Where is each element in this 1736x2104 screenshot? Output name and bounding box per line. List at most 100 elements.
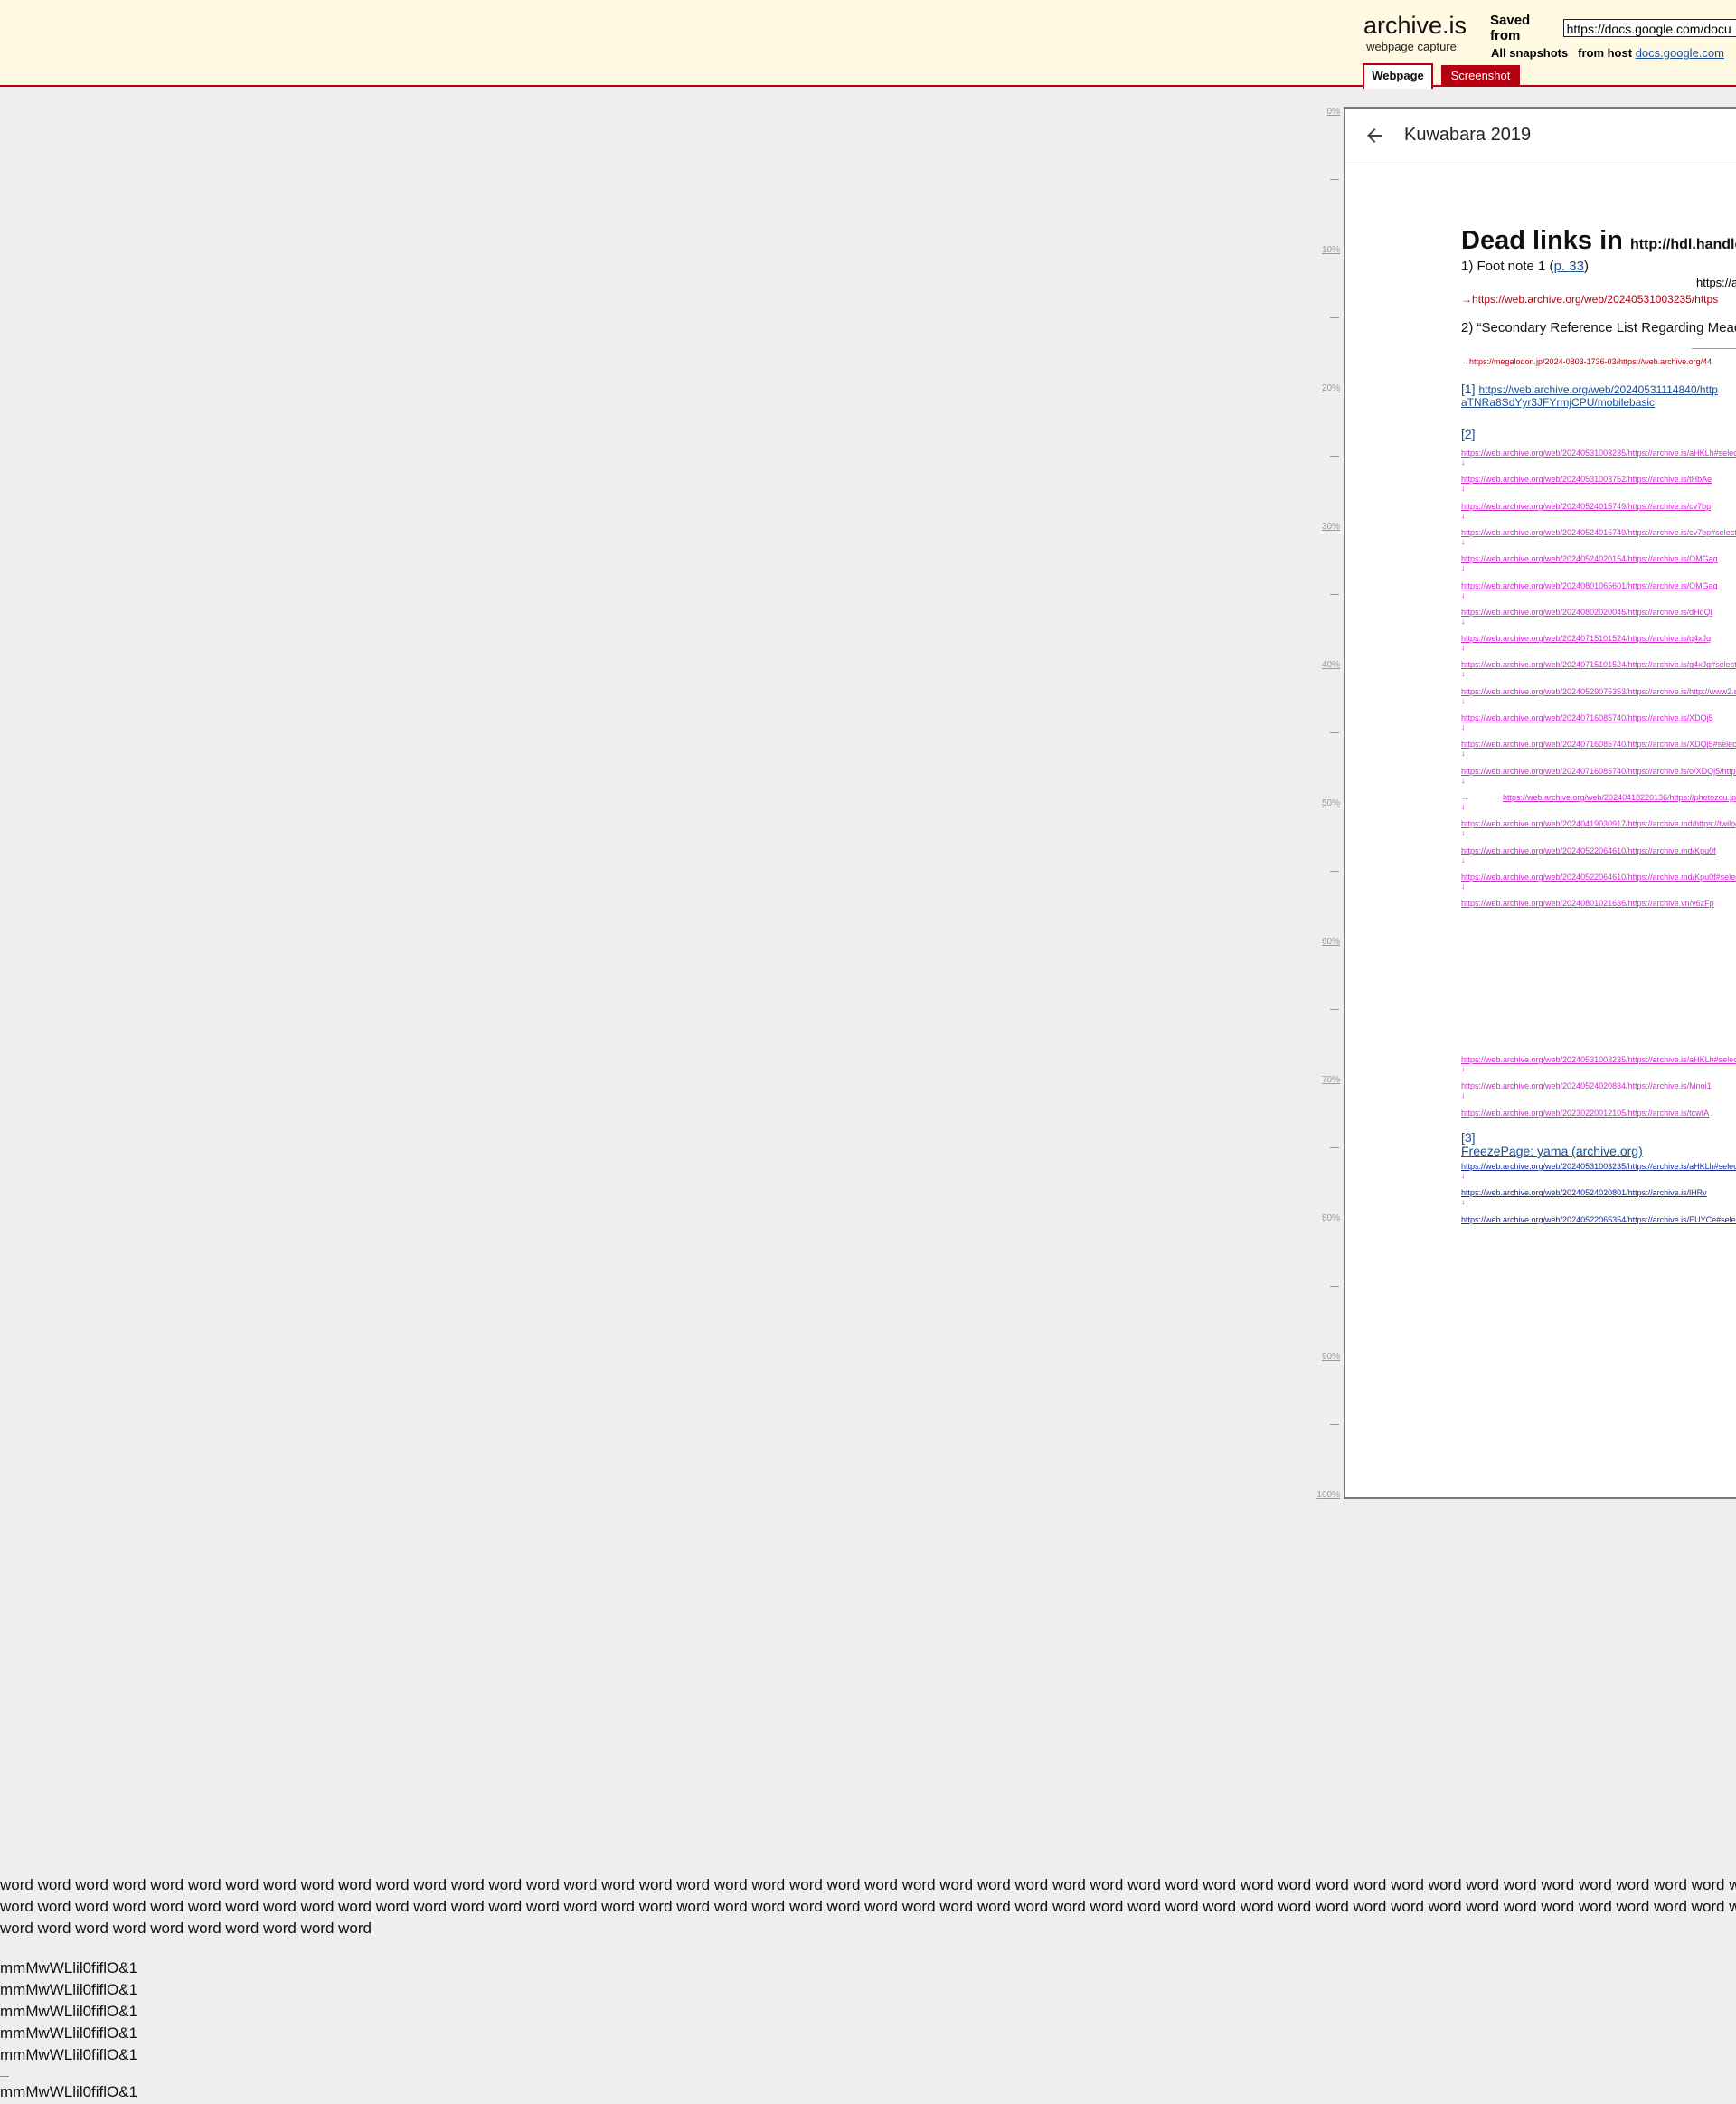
divider bbox=[0, 2076, 9, 2077]
tab-webpage[interactable]: Webpage bbox=[1363, 63, 1433, 89]
back-arrow-icon[interactable] bbox=[1363, 125, 1385, 146]
host-link[interactable]: docs.google.com bbox=[1636, 46, 1724, 60]
down-arrow-icon: ↓ bbox=[1461, 484, 1466, 494]
archive-link[interactable]: https://web.archive.org/web/202405240208… bbox=[1461, 1081, 1712, 1090]
archive-brand[interactable]: archive.is webpage capture bbox=[1363, 11, 1467, 54]
brand-name[interactable]: archive.is bbox=[1363, 11, 1467, 40]
down-arrow-icon: ↓ bbox=[1461, 458, 1466, 467]
archive-link[interactable]: https://web.archive.org/web/202405240201… bbox=[1461, 554, 1718, 563]
footnote-1-page-link[interactable]: p. 33 bbox=[1554, 259, 1584, 274]
tab-screenshot[interactable]: Screenshot bbox=[1441, 65, 1520, 87]
archive-link-row: https://web.archive.org/web/202404190309… bbox=[1461, 819, 1736, 828]
footnote-1-url: https://a bbox=[1696, 276, 1736, 289]
footnote-1-redirect[interactable]: →https://web.archive.org/web/20240531003… bbox=[1461, 293, 1718, 306]
down-arrow-icon: ↓ bbox=[1461, 1171, 1466, 1180]
document-title: Kuwabara 2019 bbox=[1404, 125, 1532, 145]
archive-link-row: https://web.archive.org/web/202405240208… bbox=[1461, 1081, 1712, 1090]
saved-from-url-field[interactable]: https://docs.google.com/docu bbox=[1562, 19, 1736, 37]
saved-from: Saved from https://docs.google.com/docu bbox=[1490, 13, 1736, 43]
archive-link-row: https://web.archive.org/web/202408010216… bbox=[1461, 899, 1714, 908]
ruler-label[interactable]: 100% bbox=[1304, 1490, 1340, 1500]
glyph-line: mmMwWLlil0fiflO&1 bbox=[0, 2083, 138, 2100]
archive-link[interactable]: https://web.archive.org/web/202407160857… bbox=[1461, 713, 1713, 722]
archive-link[interactable]: https://web.archive.org/web/202407160857… bbox=[1461, 740, 1736, 749]
archive-header: archive.is webpage capture Saved from ht… bbox=[0, 0, 1736, 89]
down-arrow-icon: ↓ bbox=[1461, 1064, 1466, 1073]
ruler-label[interactable]: 70% bbox=[1304, 1075, 1340, 1085]
all-snapshots-link[interactable]: All snapshots bbox=[1491, 46, 1568, 60]
footnote-2-redirect[interactable]: →https://megalodon.jp/2024-0803-1736-03/… bbox=[1461, 357, 1712, 366]
archive-link[interactable]: https://web.archive.org/web/202405220646… bbox=[1461, 846, 1716, 855]
ruler-tick bbox=[1330, 1147, 1339, 1148]
ruler-label[interactable]: 10% bbox=[1304, 245, 1340, 255]
glyph-line: mmMwWLlil0fiflO&1 bbox=[0, 1959, 138, 1977]
ref-1-label[interactable]: [1] bbox=[1461, 382, 1476, 396]
freezepage-link[interactable]: FreezePage: yama (archive.org) bbox=[1461, 1144, 1643, 1158]
down-arrow-icon: ↓ bbox=[1461, 1197, 1466, 1207]
heading-url: http://hdl.handle.n bbox=[1629, 237, 1736, 252]
down-arrow-icon: ↓ bbox=[1461, 881, 1466, 891]
ruler-label[interactable]: 40% bbox=[1304, 660, 1340, 670]
archive-link-row: https://web.archive.org/web/202407151015… bbox=[1461, 660, 1736, 669]
ruler-label[interactable]: 20% bbox=[1304, 383, 1340, 393]
archive-link[interactable]: https://web.archive.org/web/202405290753… bbox=[1461, 687, 1736, 696]
archive-link-row: https://web.archive.org/web/202405310032… bbox=[1461, 448, 1736, 458]
down-arrow-icon: ↓ bbox=[1461, 1090, 1466, 1100]
glyph-line: mmMwWLlil0fiflO&1 bbox=[0, 2024, 138, 2042]
down-arrow-icon: ↓ bbox=[1461, 536, 1466, 546]
archive-link[interactable]: https://web.archive.org/web/202407151015… bbox=[1461, 634, 1711, 643]
down-arrow-icon: ↓ bbox=[1461, 749, 1466, 759]
word-line: word word word word word word word word … bbox=[0, 1876, 1736, 1893]
down-arrow-icon: ↓ bbox=[1461, 854, 1466, 864]
ref-1-url[interactable]: https://web.archive.org/web/202405311148… bbox=[1478, 383, 1717, 396]
archive-link-row: https://web.archive.org/web/202405310032… bbox=[1461, 1055, 1736, 1064]
archive-link-row: https://web.archive.org/web/202405240208… bbox=[1461, 1188, 1707, 1197]
ruler-label[interactable]: 60% bbox=[1304, 937, 1340, 947]
ruler-label[interactable]: 50% bbox=[1304, 798, 1340, 808]
divider bbox=[1692, 348, 1736, 349]
archive-link[interactable]: https://web.archive.org/web/202405240157… bbox=[1461, 502, 1711, 511]
ruler-tick bbox=[1330, 1009, 1339, 1010]
archive-link-row: https://web.archive.org/web/202405310032… bbox=[1461, 1162, 1736, 1171]
ruler-tick bbox=[1330, 1286, 1339, 1287]
archive-link-row: https://web.archive.org/web/202405220646… bbox=[1461, 846, 1716, 855]
down-arrow-icon: ↓ bbox=[1461, 669, 1466, 679]
archive-link[interactable]: https://web.archive.org/web/202405240208… bbox=[1461, 1188, 1707, 1197]
archive-link[interactable]: https://web.archive.org/web/202405220653… bbox=[1461, 1215, 1736, 1224]
archive-link[interactable]: https://web.archive.org/web/202408020200… bbox=[1461, 608, 1712, 617]
saved-from-label: Saved from bbox=[1490, 13, 1531, 43]
ruler-label[interactable]: 80% bbox=[1304, 1213, 1340, 1223]
archive-link-row: https://web.archive.org/web/202405220646… bbox=[1461, 873, 1736, 882]
archive-link[interactable]: https://web.archive.org/web/202302200121… bbox=[1461, 1109, 1709, 1118]
archive-link[interactable]: https://web.archive.org/web/202405240157… bbox=[1461, 528, 1736, 537]
down-arrow-icon: ↓ bbox=[1461, 775, 1466, 785]
archive-link[interactable]: https://web.archive.org/web/202405310032… bbox=[1461, 1162, 1736, 1171]
down-arrow-icon: ↓ bbox=[1461, 510, 1466, 520]
archive-link[interactable]: https://web.archive.org/web/202405310032… bbox=[1461, 1055, 1736, 1064]
archive-link[interactable]: https://web.archive.org/web/202407151015… bbox=[1461, 660, 1736, 669]
document-toolbar: Kuwabara 2019 bbox=[1345, 109, 1736, 165]
ruler-tick bbox=[1330, 732, 1339, 733]
dead-links-heading: Dead links in http://hdl.handle.n bbox=[1461, 226, 1736, 256]
down-arrow-icon: ↓ bbox=[1461, 801, 1466, 811]
ruler-label[interactable]: 30% bbox=[1304, 522, 1340, 532]
ruler-label[interactable]: 0% bbox=[1304, 107, 1340, 117]
archive-link[interactable]: https://web.archive.org/web/202408010216… bbox=[1461, 899, 1714, 908]
ruler-label[interactable]: 90% bbox=[1304, 1352, 1340, 1362]
down-arrow-icon: ↓ bbox=[1461, 590, 1466, 599]
archive-link[interactable]: https://web.archive.org/web/202407160857… bbox=[1461, 767, 1736, 776]
archive-link[interactable]: https://web.archive.org/web/202405310037… bbox=[1461, 475, 1712, 484]
archive-link[interactable]: https://web.archive.org/web/202405220646… bbox=[1461, 873, 1736, 882]
archive-link[interactable]: https://web.archive.org/web/202405310032… bbox=[1461, 448, 1736, 458]
brand-tagline: webpage capture bbox=[1366, 40, 1457, 53]
reference-2-label: [2] bbox=[1461, 427, 1476, 441]
down-arrow-icon: ↓ bbox=[1461, 616, 1466, 626]
glyph-line: mmMwWLlil0fiflO&1 bbox=[0, 2003, 138, 2020]
ruler-tick bbox=[1330, 871, 1339, 872]
archive-link-row: https://web.archive.org/web/202405310037… bbox=[1461, 475, 1712, 484]
archive-link-row: https://web.archive.org/web/202407160857… bbox=[1461, 713, 1713, 722]
archive-link[interactable]: https://web.archive.org/web/202404190309… bbox=[1461, 819, 1736, 828]
archive-link[interactable]: https://web.archive.org/web/202404182201… bbox=[1503, 793, 1736, 802]
archive-link[interactable]: https://web.archive.org/web/202408010656… bbox=[1461, 581, 1718, 590]
archive-link-row: https://web.archive.org/web/202405240157… bbox=[1461, 502, 1711, 511]
